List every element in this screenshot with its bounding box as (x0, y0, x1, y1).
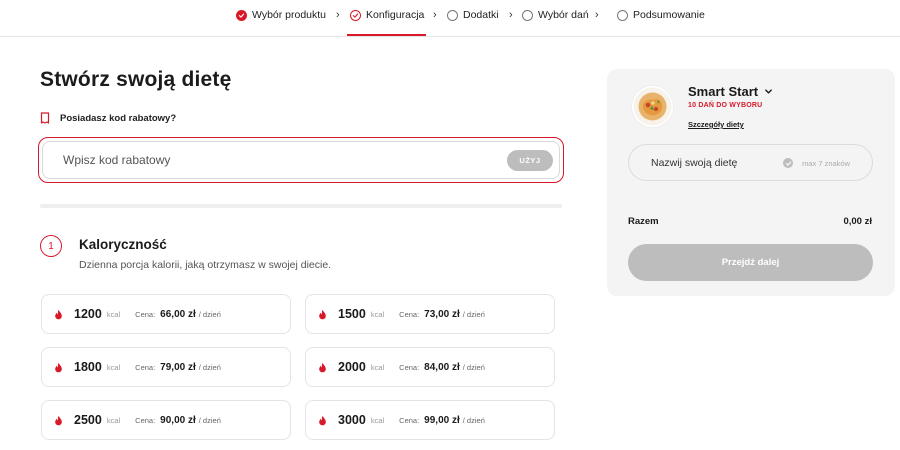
section-number-badge: 1 (40, 235, 62, 257)
step-label: Konfiguracja (366, 9, 425, 21)
kcal-value: 2000 (338, 360, 366, 374)
flame-icon (319, 415, 326, 425)
chevron-right-icon: › (336, 9, 340, 21)
kcal-unit: kcal (370, 309, 385, 319)
flame-icon (55, 415, 62, 425)
kcal-option-2000[interactable]: 2000 kcal Cena: 84,00 zł / dzień (305, 347, 555, 387)
price-label: Cena: (399, 362, 420, 372)
order-summary-panel: Smart Start 10 DAŃ DO WYBORU Szczegóły d… (607, 69, 895, 296)
coupon-input[interactable] (43, 153, 443, 167)
price-label: Cena: (135, 362, 156, 372)
diet-name-label: Smart Start (688, 84, 759, 99)
step-label: Wybór produktu (252, 9, 327, 21)
flame-icon (55, 309, 62, 319)
next-step-button[interactable]: Przejdź dalej (628, 244, 873, 281)
total-value: 0,00 zł (843, 216, 872, 227)
step-summary[interactable]: Podsumowanie (617, 9, 705, 21)
kcal-unit: kcal (106, 309, 121, 319)
step-meal-choice[interactable]: Wybór dań (522, 9, 589, 21)
page-title: Stwórz swoją dietę (40, 68, 232, 91)
total-label: Razem (628, 216, 659, 227)
kcal-value: 1500 (338, 307, 366, 321)
diet-selector[interactable]: Smart Start (688, 84, 773, 99)
per-day-label: / dzień (198, 309, 221, 319)
diet-meals-badge: 10 DAŃ DO WYBORU (688, 102, 763, 109)
price-label: Cena: (399, 415, 420, 425)
section-divider (40, 204, 562, 208)
chevron-right-icon: › (509, 9, 513, 21)
kcal-unit: kcal (106, 415, 121, 425)
chevron-right-icon: › (595, 9, 599, 21)
promo-code-prompt: Posiadasz kod rabatowy? (40, 112, 176, 124)
circle-icon (617, 9, 628, 21)
coupon-field: UŻYJ (42, 141, 560, 179)
circle-icon (522, 9, 533, 21)
active-step-indicator (347, 34, 426, 36)
flame-icon (319, 362, 326, 372)
diet-dish-image (632, 86, 673, 127)
price-value: 90,00 zł (160, 414, 196, 426)
kcal-option-2500[interactable]: 2500 kcal Cena: 90,00 zł / dzień (41, 400, 291, 440)
flame-icon (319, 309, 326, 319)
kcal-value: 1800 (74, 360, 102, 374)
diet-name-field: max 7 znaków (628, 144, 873, 181)
kcal-option-1500[interactable]: 1500 kcal Cena: 73,00 zł / dzień (305, 294, 555, 334)
max-length-label: max 7 znaków (802, 158, 850, 168)
check-circle-icon (783, 158, 794, 168)
diet-name-input[interactable] (629, 156, 769, 169)
price-value: 79,00 zł (160, 361, 196, 373)
chevron-down-icon (765, 89, 772, 94)
kcal-unit: kcal (106, 362, 121, 372)
per-day-label: / dzień (198, 415, 221, 425)
chevron-right-icon: › (433, 9, 437, 21)
promo-question-label: Posiadasz kod rabatowy? (60, 112, 177, 124)
step-configuration[interactable]: Konfiguracja (350, 9, 424, 21)
price-value: 84,00 zł (424, 361, 460, 373)
price-label: Cena: (135, 309, 156, 319)
step-label: Podsumowanie (633, 9, 705, 21)
check-icon (350, 9, 361, 21)
price-label: Cena: (135, 415, 156, 425)
coupon-icon (40, 112, 50, 124)
per-day-label: / dzień (462, 415, 485, 425)
kcal-value: 1200 (74, 307, 102, 321)
check-icon (236, 9, 247, 21)
kcal-unit: kcal (370, 362, 385, 372)
section-title: Kaloryczność (79, 237, 167, 252)
per-day-label: / dzień (462, 309, 485, 319)
kcal-unit: kcal (370, 415, 385, 425)
kcal-option-1200[interactable]: 1200 kcal Cena: 66,00 zł / dzień (41, 294, 291, 334)
step-product[interactable]: Wybór produktu (236, 9, 326, 21)
per-day-label: / dzień (198, 362, 221, 372)
apply-coupon-button[interactable]: UŻYJ (507, 150, 553, 171)
price-value: 73,00 zł (424, 308, 460, 320)
per-day-label: / dzień (462, 362, 485, 372)
flame-icon (55, 362, 62, 372)
price-value: 66,00 zł (160, 308, 196, 320)
step-label: Wybór dań (538, 9, 589, 21)
price-label: Cena: (399, 309, 420, 319)
kcal-option-3000[interactable]: 3000 kcal Cena: 99,00 zł / dzień (305, 400, 555, 440)
kcal-value: 3000 (338, 413, 366, 427)
diet-details-link[interactable]: Szczegóły diety (688, 120, 744, 129)
coupon-field-wrapper: UŻYJ (38, 137, 564, 183)
section-subtitle: Dzienna porcja kalorii, jaką otrzymasz w… (79, 259, 332, 271)
step-label: Dodatki (463, 9, 499, 21)
kcal-option-1800[interactable]: 1800 kcal Cena: 79,00 zł / dzień (41, 347, 291, 387)
kcal-value: 2500 (74, 413, 102, 427)
max-length-hint: max 7 znaków (783, 158, 850, 168)
circle-icon (447, 9, 458, 21)
price-value: 99,00 zł (424, 414, 460, 426)
checkout-stepper: Wybór produktu › Konfiguracja › Dodatki … (0, 0, 900, 37)
step-addons[interactable]: Dodatki (447, 9, 499, 21)
